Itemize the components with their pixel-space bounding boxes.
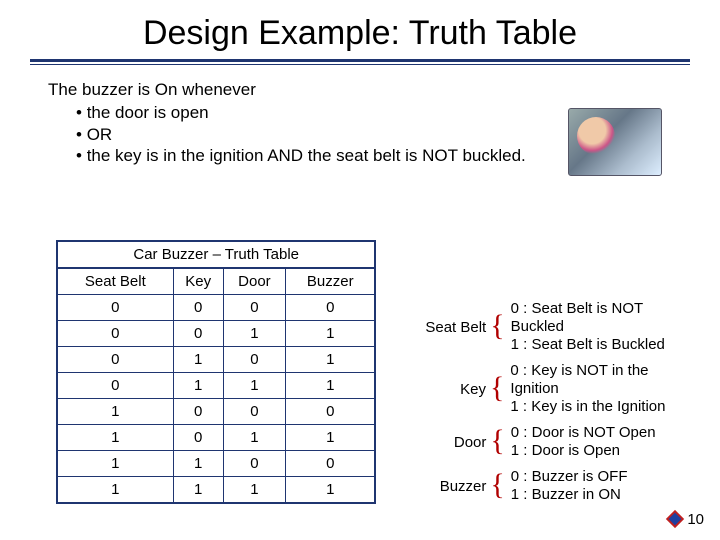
truth-table-body: 00000011010101111000101111001111 (57, 295, 375, 504)
driver-illustration (568, 108, 662, 176)
table-cell: 1 (223, 477, 285, 504)
table-cell: 1 (57, 425, 173, 451)
brace-icon: { (490, 476, 504, 494)
table-cell: 1 (286, 321, 376, 347)
table-cell: 1 (286, 373, 376, 399)
table-cell: 1 (286, 477, 376, 504)
legend: Seat Belt{0 : Seat Belt is NOT Buckled1 … (414, 300, 700, 512)
table-cell: 0 (173, 425, 223, 451)
legend-label: Buzzer (414, 478, 486, 495)
page-number: 10 (687, 511, 704, 528)
table-cell: 0 (57, 373, 173, 399)
logo-icon (664, 508, 686, 530)
legend-label: Key (414, 381, 486, 398)
title-underline-thin (30, 64, 690, 65)
col-buzzer: Buzzer (286, 268, 376, 295)
table-cell: 0 (57, 347, 173, 373)
table-cell: 0 (223, 295, 285, 321)
table-cell: 1 (173, 373, 223, 399)
legend-row: Door{0 : Door is NOT Open1 : Door is Ope… (414, 424, 700, 460)
table-cell: 0 (286, 399, 376, 425)
legend-one: 1 : Seat Belt is Buckled (511, 336, 700, 354)
legend-row: Buzzer{0 : Buzzer is OFF1 : Buzzer in ON (414, 468, 700, 504)
legend-one: 1 : Door is Open (511, 442, 656, 460)
table-cell: 0 (223, 451, 285, 477)
intro-lead: The buzzer is On whenever (48, 79, 672, 100)
table-cell: 1 (223, 373, 285, 399)
table-cell: 0 (173, 295, 223, 321)
table-cell: 1 (173, 451, 223, 477)
table-cell: 1 (173, 347, 223, 373)
legend-label: Door (414, 434, 486, 451)
table-cell: 1 (286, 347, 376, 373)
table-cell: 1 (173, 477, 223, 504)
table-cell: 1 (57, 477, 173, 504)
table-cell: 0 (57, 321, 173, 347)
legend-one: 1 : Buzzer in ON (511, 486, 628, 504)
title-underline (30, 59, 690, 62)
table-cell: 0 (223, 347, 285, 373)
table-row: 1011 (57, 425, 375, 451)
legend-zero: 0 : Door is NOT Open (511, 424, 656, 442)
page-title: Design Example: Truth Table (0, 0, 720, 59)
table-cell: 1 (286, 425, 376, 451)
legend-lines: 0 : Door is NOT Open1 : Door is Open (511, 424, 656, 460)
legend-lines: 0 : Buzzer is OFF1 : Buzzer in ON (511, 468, 628, 504)
truth-table-caption: Car Buzzer – Truth Table (56, 240, 376, 267)
table-header-row: Seat Belt Key Door Buzzer (57, 268, 375, 295)
table-cell: 1 (223, 321, 285, 347)
table-cell: 1 (223, 425, 285, 451)
truth-table: Car Buzzer – Truth Table Seat Belt Key D… (56, 240, 376, 504)
table-cell: 0 (286, 451, 376, 477)
brace-icon: { (490, 317, 504, 335)
table-cell: 0 (286, 295, 376, 321)
legend-zero: 0 : Key is NOT in the Ignition (510, 362, 700, 398)
col-key: Key (173, 268, 223, 295)
col-seatbelt: Seat Belt (57, 268, 173, 295)
legend-row: Key{0 : Key is NOT in the Ignition1 : Ke… (414, 362, 700, 416)
legend-lines: 0 : Key is NOT in the Ignition1 : Key is… (510, 362, 700, 416)
legend-label: Seat Belt (414, 319, 486, 336)
col-door: Door (223, 268, 285, 295)
legend-row: Seat Belt{0 : Seat Belt is NOT Buckled1 … (414, 300, 700, 354)
legend-zero: 0 : Seat Belt is NOT Buckled (511, 300, 700, 336)
legend-one: 1 : Key is in the Ignition (510, 398, 700, 416)
table-row: 0011 (57, 321, 375, 347)
table-cell: 0 (173, 399, 223, 425)
legend-zero: 0 : Buzzer is OFF (511, 468, 628, 486)
table-cell: 0 (223, 399, 285, 425)
table-cell: 1 (57, 451, 173, 477)
table-row: 1100 (57, 451, 375, 477)
table-row: 0101 (57, 347, 375, 373)
slide: Design Example: Truth Table The buzzer i… (0, 0, 720, 540)
table-row: 1111 (57, 477, 375, 504)
legend-lines: 0 : Seat Belt is NOT Buckled1 : Seat Bel… (511, 300, 700, 354)
table-cell: 0 (173, 321, 223, 347)
lower-area: Car Buzzer – Truth Table Seat Belt Key D… (56, 240, 700, 512)
table-cell: 1 (57, 399, 173, 425)
table-row: 0000 (57, 295, 375, 321)
brace-icon: { (490, 379, 504, 397)
table-row: 1000 (57, 399, 375, 425)
table-row: 0111 (57, 373, 375, 399)
table-cell: 0 (57, 295, 173, 321)
brace-icon: { (490, 432, 504, 450)
